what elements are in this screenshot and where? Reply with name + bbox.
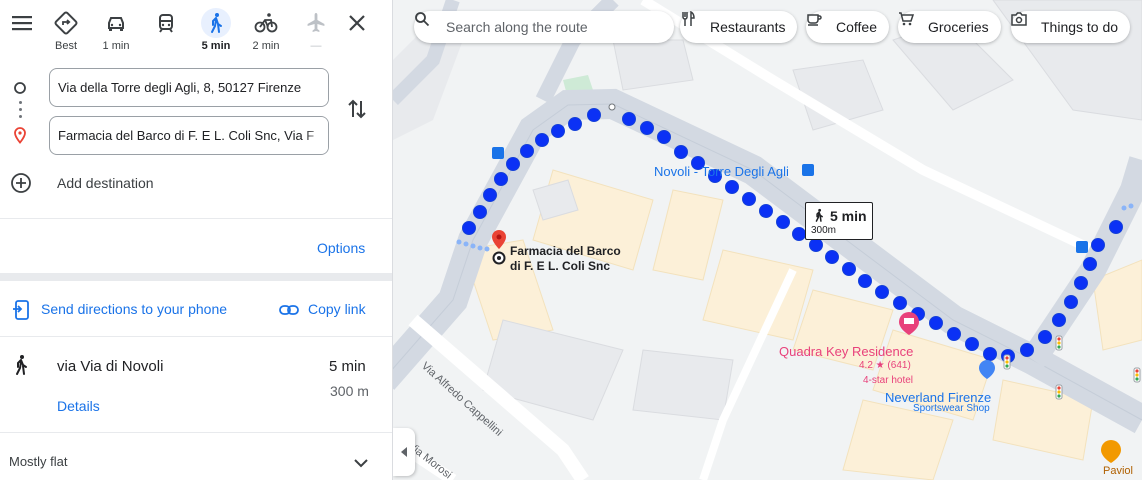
collapse-panel-button[interactable] xyxy=(393,428,415,476)
search-icon xyxy=(415,12,430,27)
trip-option[interactable]: via Via di Novoli 5 min 300 m Details xyxy=(0,340,392,430)
route-dot xyxy=(19,108,22,111)
chevron-left-icon xyxy=(401,447,407,457)
chevron-down-icon xyxy=(354,459,368,468)
trip-time: 5 min xyxy=(329,358,366,375)
mode-best[interactable]: Best xyxy=(44,6,88,58)
divider xyxy=(0,432,392,433)
train-icon xyxy=(151,8,181,38)
callout-time: 5 min xyxy=(830,208,867,224)
travel-mode-bar: Best 1 min 5 min 2 min — xyxy=(0,0,392,60)
mode-best-label: Best xyxy=(54,40,77,52)
route-dot xyxy=(19,101,22,104)
chip-coffee[interactable]: Coffee xyxy=(806,11,889,43)
mode-transit[interactable] xyxy=(144,6,188,58)
menu-button[interactable] xyxy=(8,9,36,37)
trip-via: via Via di Novoli xyxy=(57,358,164,375)
close-directions-button[interactable] xyxy=(343,9,371,37)
diamond-turn-icon xyxy=(51,8,81,38)
divider xyxy=(0,336,392,337)
route-dot xyxy=(19,115,22,118)
send-to-phone-label: Send directions to your phone xyxy=(41,301,228,317)
bike-icon xyxy=(251,8,281,38)
mode-cycling-label: 2 min xyxy=(252,40,280,52)
route-search-placeholder: Search along the route xyxy=(446,19,588,35)
add-destination-label: Add destination xyxy=(57,175,154,191)
mode-walking-label: 5 min xyxy=(201,40,231,52)
details-link[interactable]: Details xyxy=(57,398,100,414)
mode-driving-label: 1 min xyxy=(102,40,130,52)
hotel-rating: 4.2 ★ (641) xyxy=(859,360,911,371)
route-time-callout[interactable]: 5 min 300m xyxy=(805,202,873,240)
mode-cycling[interactable]: 2 min xyxy=(244,6,288,58)
chip-things-to-do-label: Things to do xyxy=(1041,19,1119,35)
terrain-row[interactable]: Mostly flat xyxy=(0,446,392,476)
poi-label[interactable]: Paviol xyxy=(1103,465,1133,477)
copy-link-button[interactable]: Copy link xyxy=(276,294,376,324)
destination-input[interactable]: Farmacia del Barco di F. E L. Coli Snc, … xyxy=(49,116,329,155)
car-icon xyxy=(101,8,131,38)
walk-icon xyxy=(16,355,27,375)
destination-input-value: Farmacia del Barco di F. E L. Coli Snc, … xyxy=(58,128,315,143)
walk-icon xyxy=(815,208,823,222)
destination-label-line2[interactable]: di F. E L. Coli Snc xyxy=(510,259,610,273)
chip-things-to-do[interactable]: Things to do xyxy=(1011,11,1131,43)
chip-restaurants[interactable]: Restaurants xyxy=(680,11,798,43)
chip-groceries[interactable]: Groceries xyxy=(898,11,1001,43)
copy-link-label: Copy link xyxy=(308,301,366,317)
add-destination-button[interactable]: Add destination xyxy=(0,168,392,198)
swap-icon xyxy=(348,99,366,119)
terrain-label: Mostly flat xyxy=(9,454,68,469)
callout-distance: 300m xyxy=(811,225,837,236)
map-canvas[interactable]: Search along the route Restaurants Coffe… xyxy=(393,0,1142,480)
camera-icon xyxy=(1011,12,1027,26)
route-search-input[interactable]: Search along the route xyxy=(414,11,674,43)
send-to-phone-button[interactable]: Send directions to your phone xyxy=(0,294,250,324)
chip-coffee-label: Coffee xyxy=(836,19,877,35)
mode-driving[interactable]: 1 min xyxy=(94,6,138,58)
walk-icon xyxy=(201,8,231,38)
mode-walking[interactable]: 5 min xyxy=(194,6,238,58)
origin-circle-icon xyxy=(14,82,26,94)
origin-input[interactable]: Via della Torre degli Agli, 8, 50127 Fir… xyxy=(49,68,329,107)
hotel-class: 4-star hotel xyxy=(863,375,914,386)
menu-icon xyxy=(12,16,32,31)
destination-pin-icon xyxy=(14,127,26,144)
destination-label-line1[interactable]: Farmacia del Barco xyxy=(510,244,621,258)
add-circle-icon xyxy=(11,173,31,193)
swap-button[interactable] xyxy=(343,95,371,123)
close-icon xyxy=(349,15,365,31)
options-link[interactable]: Options xyxy=(317,240,365,256)
cart-icon xyxy=(899,12,914,26)
mode-transit-label xyxy=(144,40,188,53)
transit-stop-label[interactable]: Novoli - Torre Degli Agli xyxy=(654,164,789,179)
link-icon xyxy=(279,305,299,315)
mode-flights[interactable]: — xyxy=(294,6,338,58)
chip-restaurants-label: Restaurants xyxy=(710,19,786,35)
plane-icon xyxy=(301,8,331,38)
mode-flights-label: — xyxy=(310,40,322,52)
fork-knife-icon xyxy=(682,11,695,26)
shop-type: Sportswear Shop xyxy=(913,403,990,414)
trip-distance: 300 m xyxy=(330,383,369,399)
directions-panel: Best 1 min 5 min 2 min — Via della Torre… xyxy=(0,0,393,480)
divider xyxy=(0,218,392,219)
divider xyxy=(0,273,392,281)
map-base xyxy=(393,0,1142,480)
hotel-name[interactable]: Quadra Key Residence xyxy=(779,344,913,359)
origin-input-value: Via della Torre degli Agli, 8, 50127 Fir… xyxy=(58,80,302,95)
coffee-cup-icon xyxy=(807,14,822,26)
phone-send-icon xyxy=(13,300,29,320)
chip-groceries-label: Groceries xyxy=(928,19,989,35)
